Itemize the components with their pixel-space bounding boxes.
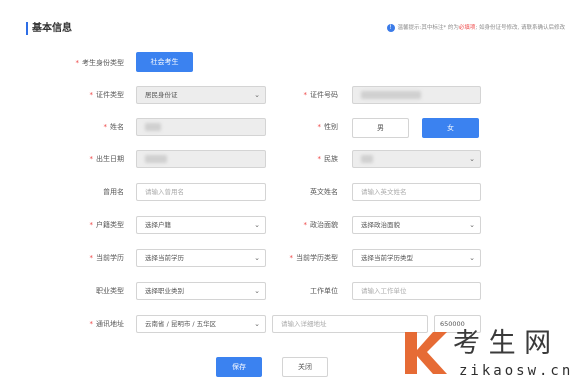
occupation-label: 职业类型 <box>96 287 124 295</box>
household-type-label: * 户籍类型 <box>89 221 125 229</box>
ethnicity-select[interactable]: ⌄ <box>352 150 481 168</box>
info-icon: ! <box>386 24 395 32</box>
notice-part1: 温馨提示:其中标注* 的为 <box>397 25 459 31</box>
watermark-url: zikaosw.cn <box>459 363 574 379</box>
id-number-label: * 证件号码 <box>303 91 339 99</box>
candidate-type-button[interactable]: 社会考生 <box>136 52 193 72</box>
close-button[interactable]: 关闭 <box>282 357 328 377</box>
household-type-select[interactable]: 选择户籍 ⌄ <box>136 216 266 234</box>
work-unit-input[interactable]: 请输入工作单位 <box>352 282 481 300</box>
education-select[interactable]: 选择当前学历 ⌄ <box>136 249 266 267</box>
id-type-label: * 证件类型 <box>89 91 125 99</box>
save-button[interactable]: 保存 <box>216 357 262 377</box>
name-field[interactable] <box>136 118 266 136</box>
notice-part2: ; 如身份证号修改, 请联系确认后修改 <box>475 25 565 31</box>
gender-label: * 性别 <box>317 123 339 131</box>
education-label: * 当前学历 <box>89 254 125 262</box>
education-type-label: * 当前学历类型 <box>289 254 339 262</box>
gender-female-button[interactable]: 女 <box>422 118 479 138</box>
id-type-select[interactable]: 居民身份证 ⌄ <box>136 86 266 104</box>
address-region-select[interactable]: 云南省 / 昆明市 / 五华区 ⌄ <box>136 315 266 333</box>
chevron-down-icon: ⌄ <box>469 155 475 163</box>
gender-male-button[interactable]: 男 <box>352 118 409 138</box>
id-number-field[interactable] <box>352 86 481 104</box>
chevron-down-icon: ⌄ <box>254 254 260 262</box>
section-title: 基本信息 <box>32 23 72 34</box>
chevron-down-icon: ⌄ <box>254 221 260 229</box>
chevron-down-icon: ⌄ <box>254 91 260 99</box>
notice-text: ! 温馨提示:其中标注* 的为 必填项; 如身份证号修改, 请联系确认后修改 <box>386 23 565 33</box>
watermark: 考 生 网 zikaosw.cn <box>395 326 575 384</box>
former-name-input[interactable]: 请输入曾用名 <box>136 183 266 201</box>
chevron-down-icon: ⌄ <box>469 254 475 262</box>
title-accent-bar <box>26 22 28 35</box>
birth-date-field[interactable] <box>136 150 266 168</box>
watermark-logo-icon <box>405 332 447 374</box>
chevron-down-icon: ⌄ <box>469 221 475 229</box>
political-status-label: * 政治面貌 <box>303 221 339 229</box>
name-label: * 姓名 <box>103 123 125 131</box>
education-type-select[interactable]: 选择当前学历类型 ⌄ <box>352 249 481 267</box>
english-name-label: 英文姓名 <box>310 188 338 196</box>
chevron-down-icon: ⌄ <box>254 287 260 295</box>
english-name-input[interactable]: 请输入英文姓名 <box>352 183 481 201</box>
notice-highlight: 必填项 <box>458 25 476 31</box>
work-unit-label: 工作单位 <box>310 287 338 295</box>
candidate-type-label: * 考生身份类型 <box>75 59 125 67</box>
watermark-brand: 考 生 网 <box>453 328 552 359</box>
birth-date-label: * 出生日期 <box>89 155 125 163</box>
address-label: * 通讯地址 <box>89 320 125 328</box>
ethnicity-label: * 民族 <box>317 155 339 163</box>
political-status-select[interactable]: 选择政治面貌 ⌄ <box>352 216 481 234</box>
former-name-label: 曾用名 <box>103 188 124 196</box>
occupation-select[interactable]: 选择职业类别 ⌄ <box>136 282 266 300</box>
chevron-down-icon: ⌄ <box>254 320 260 328</box>
